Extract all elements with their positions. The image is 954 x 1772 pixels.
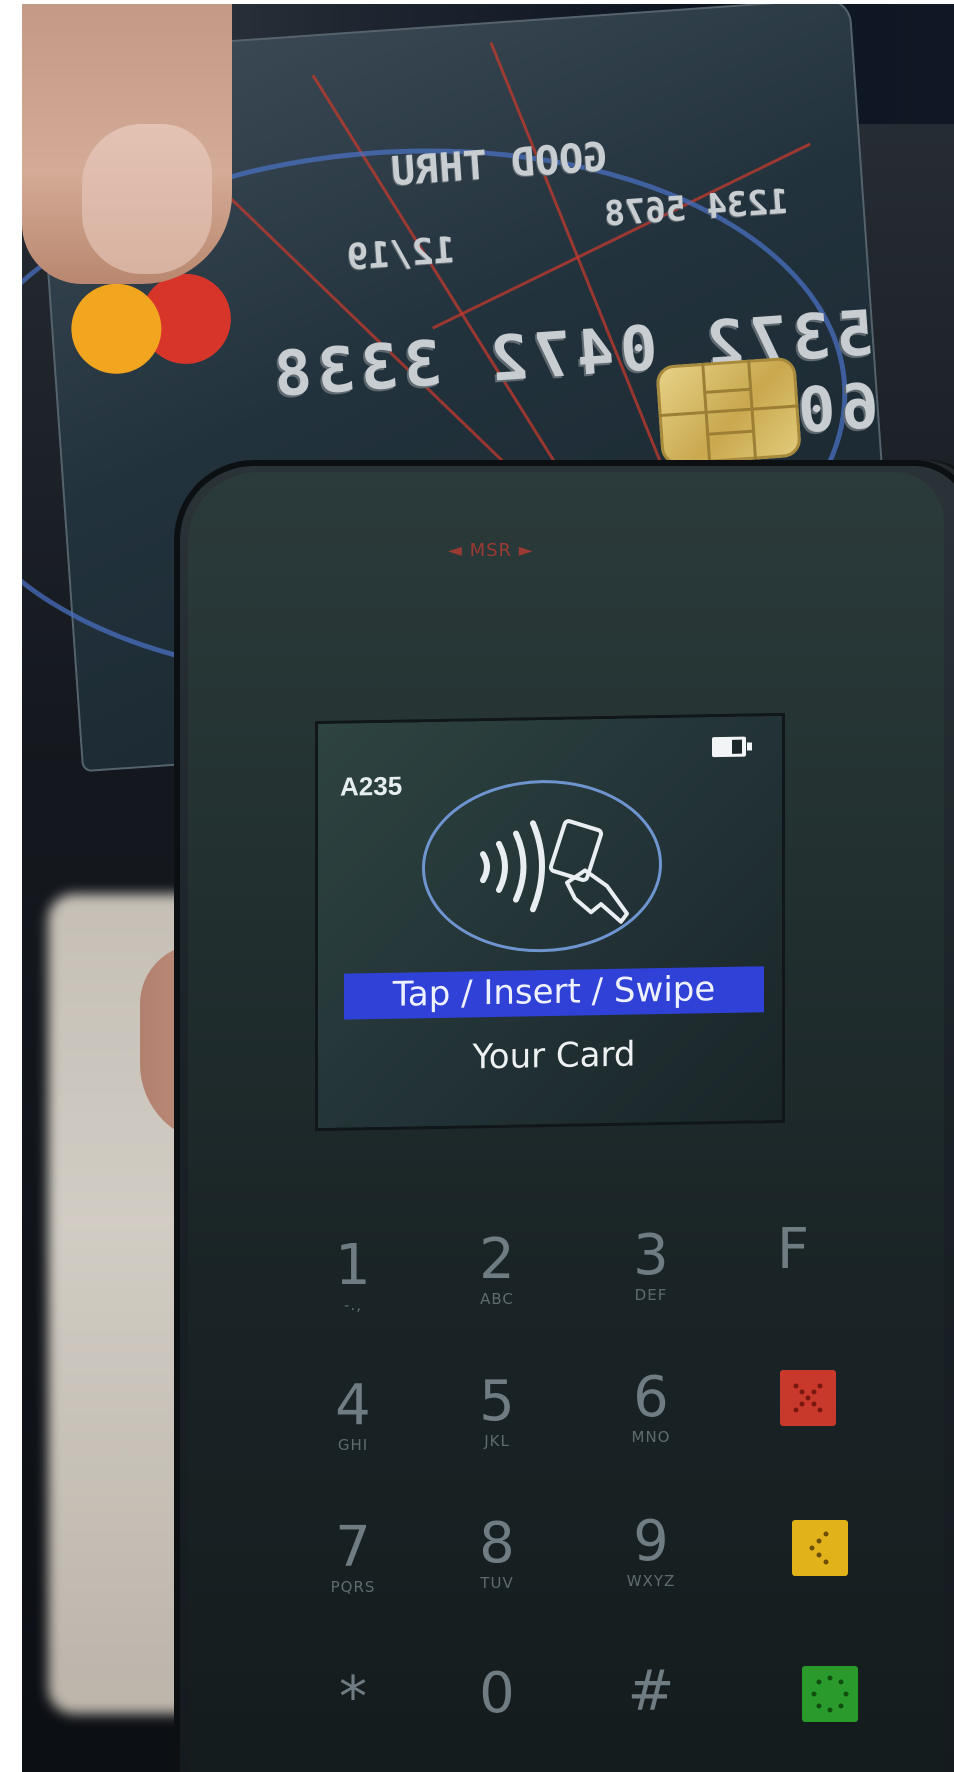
prompt-line1: Tap / Insert / Swipe	[392, 969, 716, 1015]
key-4[interactable]: 4 GHI	[298, 1373, 408, 1455]
key-letters: ABC	[480, 1290, 514, 1308]
cancel-icon	[793, 1383, 823, 1413]
prompt-line2: Your Card	[472, 1034, 636, 1078]
key-digit: F	[776, 1217, 810, 1282]
key-7[interactable]: 7 PQRS	[298, 1515, 408, 1597]
key-letters: MNO	[631, 1428, 671, 1446]
key-hash[interactable]: #	[596, 1662, 706, 1722]
key-digit: 7	[335, 1515, 371, 1580]
key-5[interactable]: 5 JKL	[442, 1369, 552, 1451]
key-digit: 2	[479, 1227, 515, 1292]
key-letters: PQRS	[330, 1578, 376, 1596]
key-digit: *	[339, 1665, 367, 1730]
key-letters: JKL	[484, 1432, 510, 1450]
key-digit: 0	[479, 1661, 515, 1726]
card-embossed-expiry: 12/19	[345, 230, 457, 279]
msr-label: ◄ MSR ►	[448, 540, 534, 561]
key-digit: 9	[633, 1509, 669, 1574]
key-3[interactable]: 3 DEF	[596, 1223, 706, 1305]
key-digit: #	[627, 1659, 675, 1724]
key-digit: 5	[479, 1369, 515, 1434]
clear-icon	[809, 1531, 829, 1565]
key-star[interactable]: *	[298, 1668, 408, 1728]
key-digit: 3	[633, 1223, 669, 1288]
cancel-key[interactable]	[780, 1370, 836, 1426]
enter-key[interactable]	[802, 1666, 858, 1722]
key-letters: DEF	[634, 1286, 668, 1304]
device-code: A235	[340, 770, 403, 802]
key-letters: WXYZ	[626, 1572, 676, 1590]
payment-terminal-photo: GOOD THRU 12/19 1234 5678 5372 0472 3338…	[22, 4, 954, 1772]
thumb	[22, 4, 232, 284]
key-0[interactable]: 0	[442, 1664, 552, 1724]
key-letters: TUV	[480, 1574, 514, 1592]
key-f[interactable]: F	[738, 1220, 848, 1280]
key-6[interactable]: 6 MNO	[596, 1365, 706, 1447]
enter-icon	[811, 1675, 849, 1713]
thumbnail	[82, 124, 212, 274]
clear-key[interactable]	[792, 1520, 848, 1576]
battery-icon	[712, 736, 746, 758]
key-1[interactable]: 1 -.,	[298, 1233, 408, 1315]
card-chip	[655, 356, 802, 467]
prompt-highlight: Tap / Insert / Swipe	[344, 966, 764, 1020]
key-2[interactable]: 2 ABC	[442, 1227, 552, 1309]
key-letters: GHI	[337, 1436, 369, 1454]
key-digit: 8	[479, 1511, 515, 1576]
key-digit: 4	[335, 1373, 371, 1438]
key-letters: -.,	[344, 1296, 362, 1314]
key-digit: 1	[335, 1233, 371, 1298]
key-9[interactable]: 9 WXYZ	[596, 1509, 706, 1591]
contactless-symbol	[480, 819, 629, 924]
key-8[interactable]: 8 TUV	[442, 1511, 552, 1593]
key-digit: 6	[633, 1365, 669, 1430]
terminal-screen: A235 Tap / Insert / Swipe Your Card	[318, 715, 782, 1129]
contactless-icon	[422, 778, 662, 955]
